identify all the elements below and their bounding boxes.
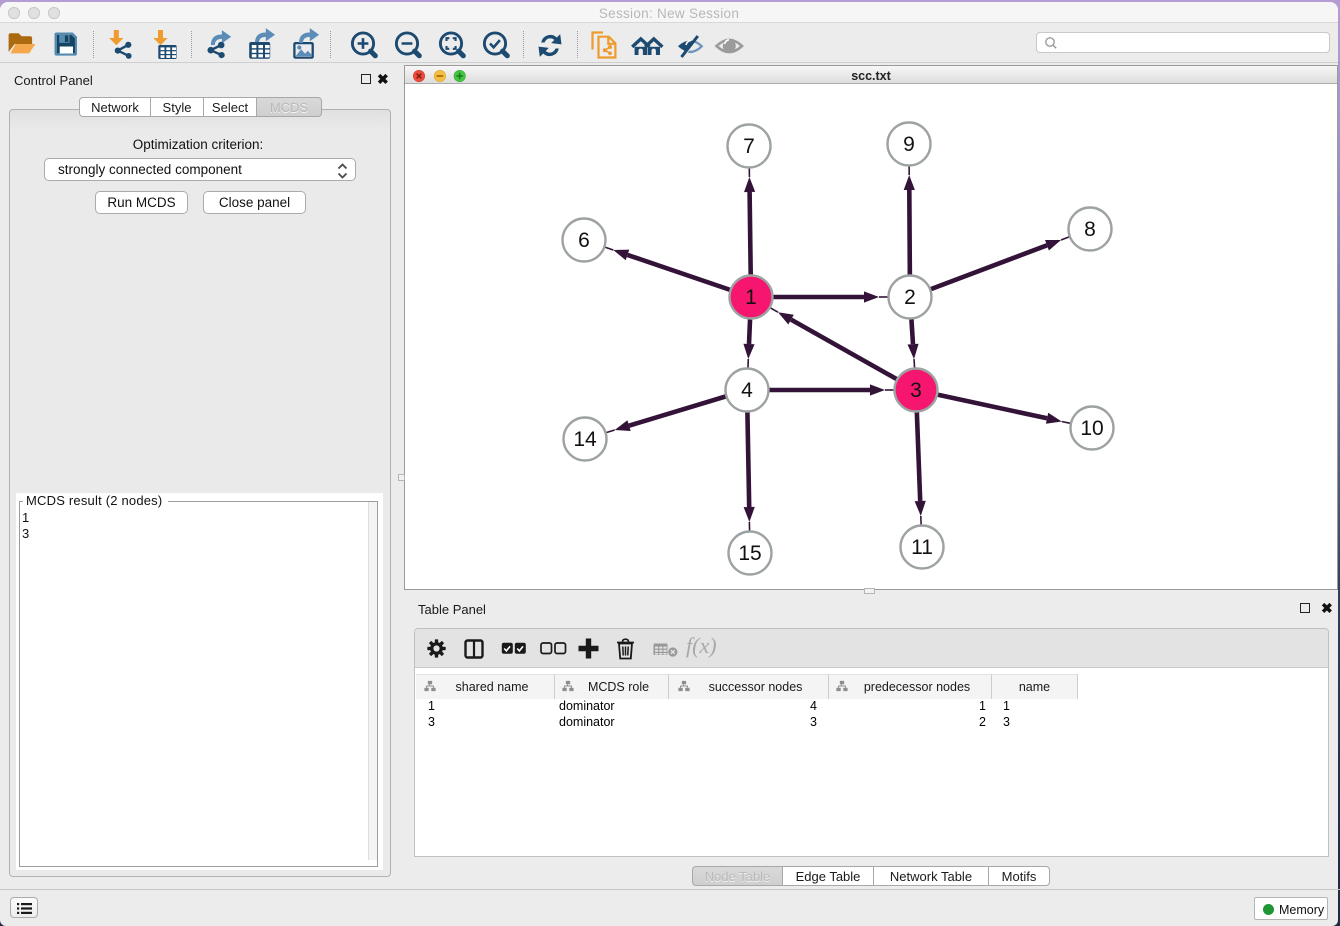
svg-text:4: 4: [741, 379, 753, 402]
svg-text:9: 9: [903, 133, 915, 156]
svg-text:6: 6: [578, 229, 590, 252]
svg-text:14: 14: [573, 428, 597, 451]
svg-text:1: 1: [745, 286, 757, 309]
svg-text:2: 2: [904, 286, 916, 309]
svg-text:8: 8: [1084, 218, 1096, 241]
svg-text:7: 7: [743, 135, 755, 158]
svg-text:15: 15: [738, 542, 761, 565]
svg-text:10: 10: [1080, 417, 1103, 440]
svg-text:11: 11: [911, 536, 933, 559]
svg-text:3: 3: [910, 379, 922, 402]
